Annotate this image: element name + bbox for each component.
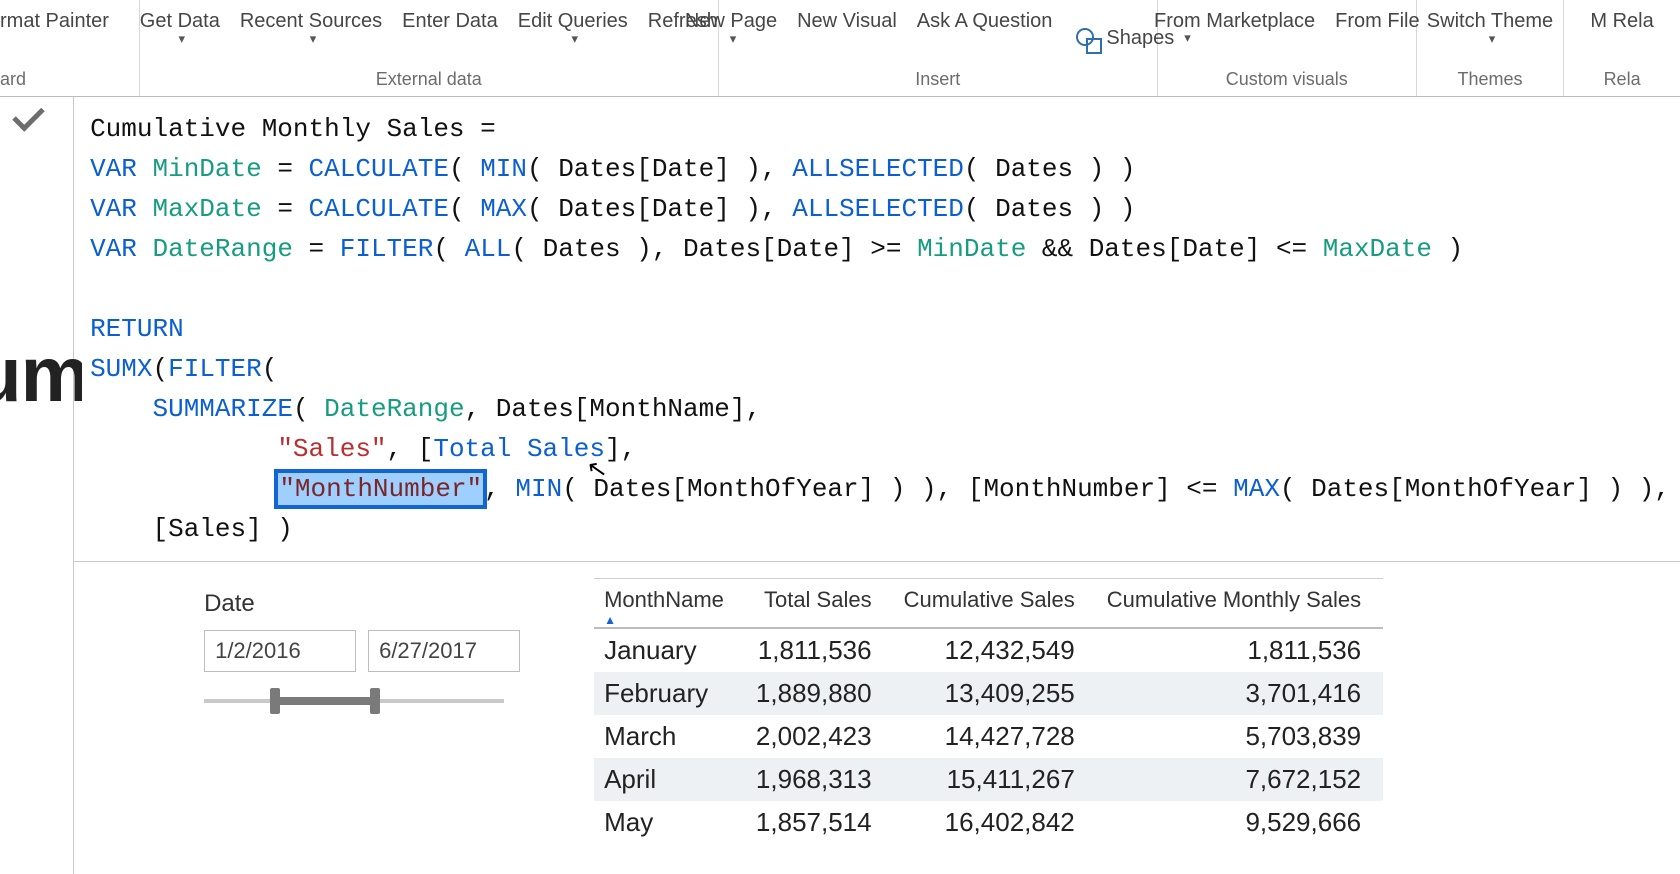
cell-value: 1,811,536 [746, 628, 894, 672]
new-visual-button[interactable]: New Visual [791, 11, 903, 65]
report-canvas[interactable]: Date MonthName [74, 562, 1680, 874]
cell-value: 2,002,423 [746, 715, 894, 758]
enter-data-button[interactable]: Enter Data [396, 11, 504, 65]
formula-text[interactable]: Cumulative Monthly Sales = VAR MinDate =… [74, 97, 1680, 561]
recent-sources-button[interactable]: Recent Sources▾ [234, 11, 388, 65]
ribbon-group-insert: New Page▾ New Visual Ask A Question Shap… [719, 0, 1158, 96]
table-row[interactable]: January1,811,53612,432,5491,811,536 [594, 628, 1383, 672]
cell-value: 3,701,416 [1097, 672, 1383, 715]
sales-table-visual[interactable]: MonthName Total Sales Cumulative Sales C… [594, 578, 1383, 844]
ask-a-question-button[interactable]: Ask A Question [911, 11, 1059, 65]
cell-value: 9,529,666 [1097, 801, 1383, 844]
cell-value: 5,703,839 [1097, 715, 1383, 758]
ribbon: rmat Painter ard Get Data▾ Recent Source… [0, 0, 1680, 97]
slider-handle-end[interactable] [370, 688, 380, 714]
ribbon-group-label: Insert [723, 65, 1153, 96]
slicer-end-date-input[interactable] [368, 630, 520, 672]
edit-queries-button[interactable]: Edit Queries▾ [512, 11, 634, 65]
view-switcher-strip: um [0, 97, 74, 874]
ribbon-group-label: Custom visuals [1162, 65, 1412, 96]
col-cumulative-sales[interactable]: Cumulative Sales [894, 579, 1097, 628]
col-total-sales[interactable]: Total Sales [746, 579, 894, 628]
ribbon-group-custom-visuals: From Marketplace From File Custom visual… [1158, 0, 1417, 96]
cell-month: February [594, 672, 746, 715]
ribbon-group-label: ard [0, 65, 135, 96]
ribbon-group-external-data: Get Data▾ Recent Sources▾ Enter Data Edi… [140, 0, 719, 96]
shapes-icon [1072, 24, 1100, 52]
cell-value: 7,672,152 [1097, 758, 1383, 801]
table-row[interactable]: March2,002,42314,427,7285,703,839 [594, 715, 1383, 758]
cell-value: 1,968,313 [746, 758, 894, 801]
table-row[interactable]: May1,857,51416,402,8429,529,666 [594, 801, 1383, 844]
ribbon-group-clipboard: rmat Painter ard [0, 0, 140, 96]
slicer-range-slider[interactable] [204, 692, 504, 710]
table-row[interactable]: April1,968,31315,411,2677,672,152 [594, 758, 1383, 801]
table-row[interactable]: February1,889,88013,409,2553,701,416 [594, 672, 1383, 715]
cell-value: 12,432,549 [894, 628, 1097, 672]
commit-formula-icon[interactable] [15, 103, 51, 139]
cell-value: 1,889,880 [746, 672, 894, 715]
formula-bar[interactable]: Cumulative Monthly Sales = VAR MinDate =… [74, 97, 1680, 562]
cell-month: May [594, 801, 746, 844]
cell-value: 16,402,842 [894, 801, 1097, 844]
cell-value: 1,857,514 [746, 801, 894, 844]
ribbon-group-label: Rela [1568, 65, 1676, 96]
cell-month: January [594, 628, 746, 672]
format-painter-button[interactable]: rmat Painter [0, 11, 109, 65]
ribbon-group-label: Themes [1421, 65, 1559, 96]
slicer-title: Date [204, 590, 520, 618]
ribbon-group-relationships: M Rela Rela [1564, 0, 1680, 96]
cell-value: 13,409,255 [894, 672, 1097, 715]
cell-value: 15,411,267 [894, 758, 1097, 801]
cell-month: April [594, 758, 746, 801]
relationships-button[interactable]: M Rela [1584, 11, 1659, 65]
cell-value: 1,811,536 [1097, 628, 1383, 672]
report-title-fragment: um [0, 329, 82, 420]
cell-value: 14,427,728 [894, 715, 1097, 758]
col-cumulative-monthly-sales[interactable]: Cumulative Monthly Sales [1097, 579, 1383, 628]
get-data-button[interactable]: Get Data▾ [134, 11, 226, 65]
cell-month: March [594, 715, 746, 758]
new-page-button[interactable]: New Page▾ [679, 11, 783, 65]
date-slicer[interactable]: Date [204, 590, 520, 710]
switch-theme-button[interactable]: Switch Theme▾ [1421, 11, 1559, 65]
col-monthname[interactable]: MonthName [594, 579, 746, 628]
ribbon-group-themes: Switch Theme▾ Themes [1417, 0, 1564, 96]
ribbon-group-label: External data [144, 65, 714, 96]
slicer-start-date-input[interactable] [204, 630, 356, 672]
from-marketplace-button[interactable]: From Marketplace [1148, 11, 1321, 65]
slider-handle-start[interactable] [270, 688, 280, 714]
from-file-button[interactable]: From File [1329, 11, 1425, 65]
